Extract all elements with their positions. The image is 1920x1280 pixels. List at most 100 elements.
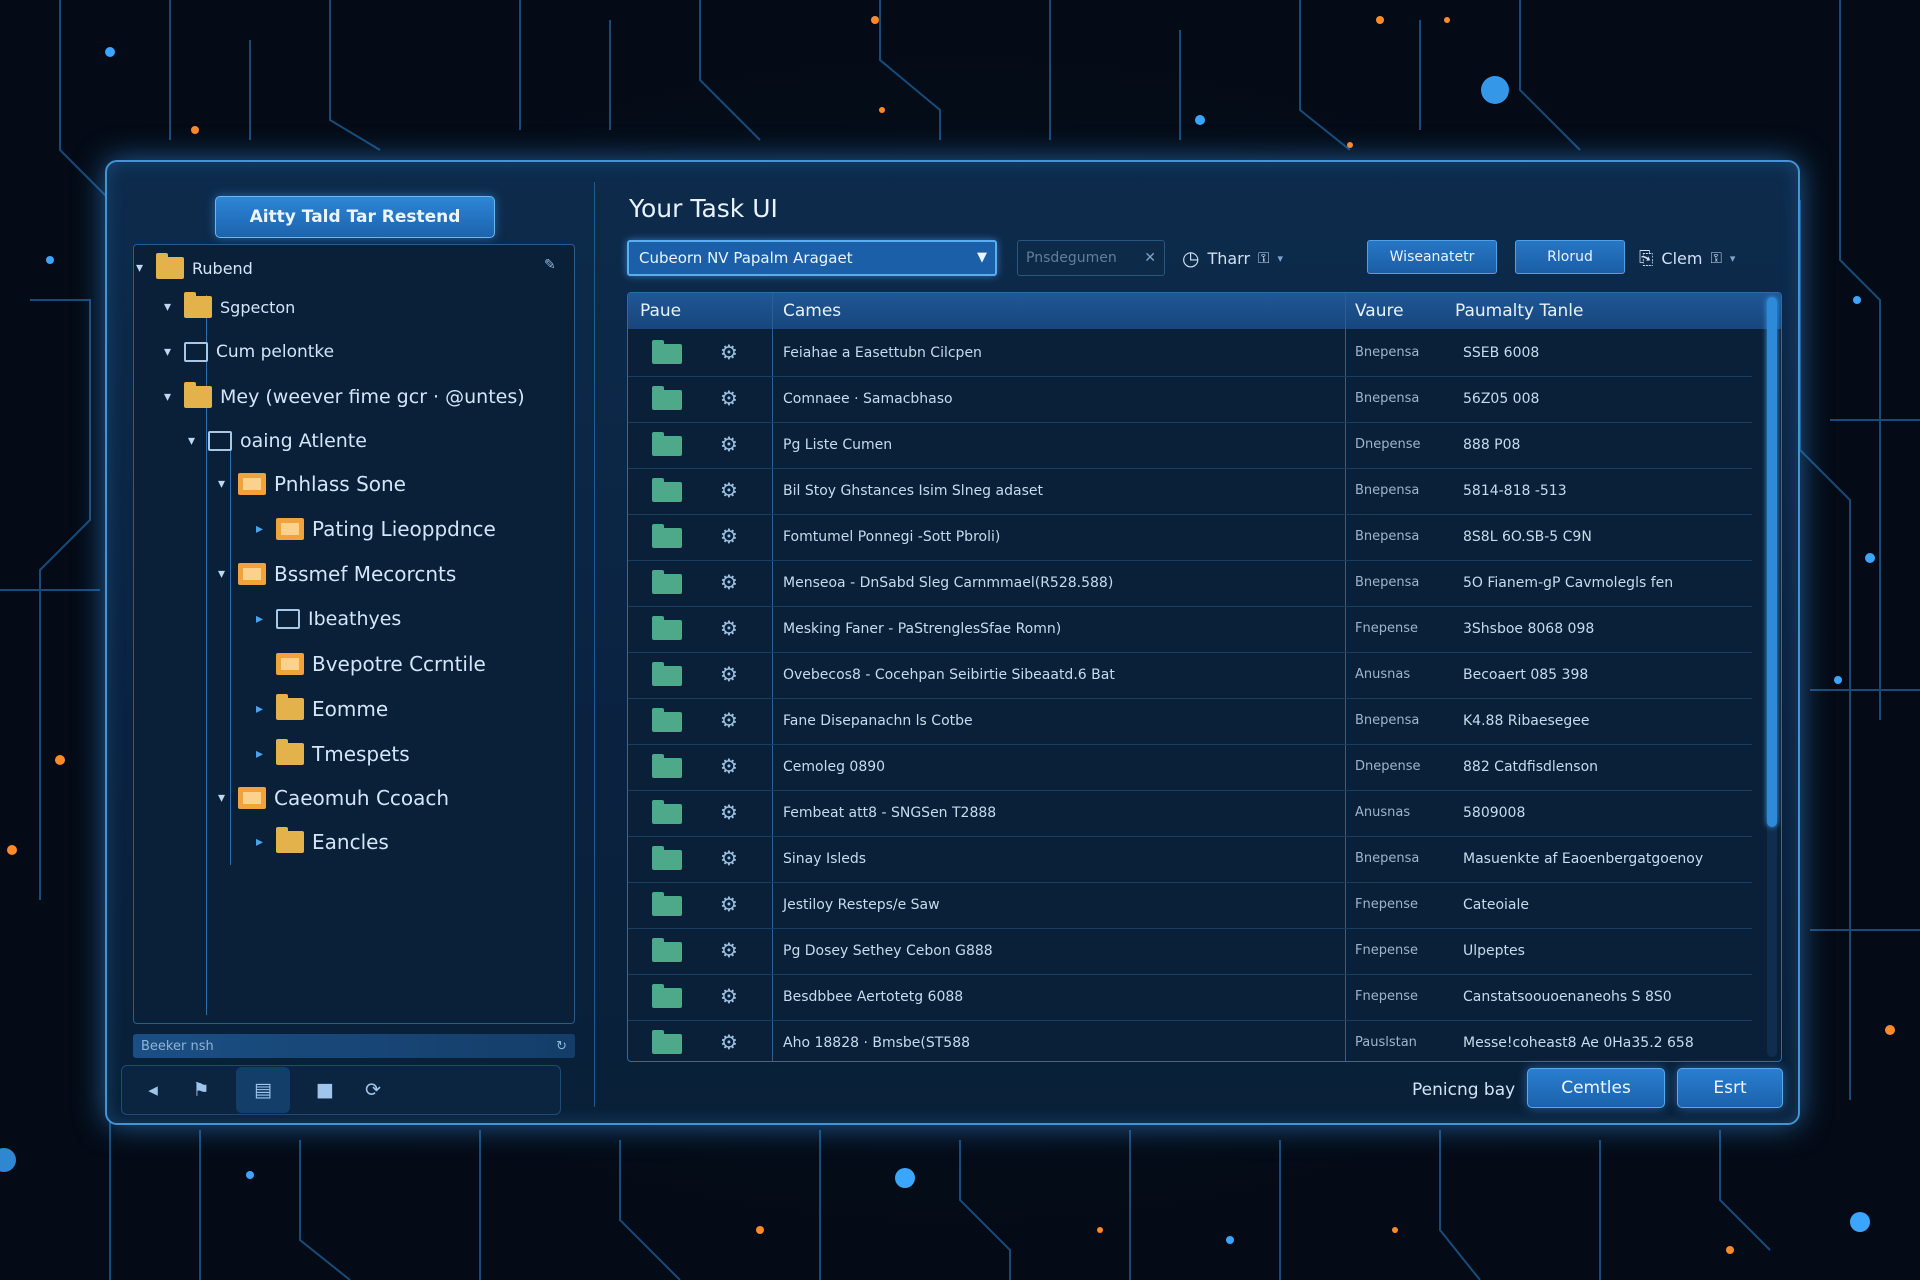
file-icon [652,616,682,640]
chevron-down-icon: ▾ [164,299,172,315]
search-input[interactable]: Pnsdegumen ✕ [1017,240,1165,276]
tree-item-label: Bvepotre Ccrntile [312,652,486,676]
gear-icon: ⚙ [720,386,738,410]
table-row[interactable]: ⚙ Fomtumel Ponnegi -Sott Pbroli) Bnepensa 8… [628,515,1752,561]
file-icon [652,754,682,778]
tree-item-label: Bssmef Mecorcnts [274,562,457,586]
row-type: Anusnas [1355,667,1411,682]
gear-icon: ⚙ [720,478,738,502]
task-window: Aitty Tald Tar Restend ▾ Rubend ✎ ▾ Sgpe… [105,160,1800,1125]
table-row[interactable]: ⚙ Menseoa - DnSabd Sleg Carnmmael(R528.58… [628,561,1752,607]
tree-item-label: Pating Lieoppdnce [312,517,496,541]
toolbar-button-2[interactable]: Rlorud [1515,240,1625,274]
column-header-paue[interactable]: Paue [640,301,681,321]
clear-search-icon[interactable]: ✕ [1144,250,1156,266]
table-row[interactable]: ⚙ Comnaee · Samacbhaso Bnepensa 56Z05 008 [628,377,1752,423]
tree-item-bssmef[interactable]: ▾ Bssmef Mecorcnts [218,554,456,594]
gear-icon: ⚙ [720,754,738,778]
tasks-table: Paue Cames Vaure Paumalty Tanle ⚙ Feiahae… [627,292,1782,1062]
chevron-right-icon: ▸ [256,611,264,627]
chevron-right-icon: ▸ [256,701,264,717]
tree-item-eancles[interactable]: ▸ Eancles [256,822,389,862]
tree-item-bvepotre[interactable]: Bvepotre Ccrntile [256,644,486,684]
tree-item-label: Tmespets [312,742,410,766]
column-header-paumalty-tanle[interactable]: Paumalty Tanle [1455,301,1583,321]
row-name: Aho 18828 · Bmsbe(ST588 [783,1035,971,1051]
gear-icon: ⚙ [720,984,738,1008]
table-row[interactable]: ⚙ Mesking Faner - PaStrenglesSfae Romn) Fn… [628,607,1752,653]
tree-item-cum-pelontke[interactable]: ▾ Cum pelontke [164,332,334,372]
tree-item-pating[interactable]: ▸ Pating Lieoppdnce [256,509,496,549]
source-select[interactable]: Cubeorn NV Papalm Aragaet ▼ [627,240,997,276]
table-row[interactable]: ⚙ Feiahae a Easettubn Cilcpen Bnepensa SSEB… [628,331,1752,377]
row-type: Fnepense [1355,621,1418,636]
file-icon [652,340,682,364]
column-header-cames[interactable]: Cames [783,301,841,321]
row-name: Comnaee · Samacbhaso [783,391,953,407]
table-row[interactable]: ⚙ Bil Stoy Ghstances Isim Slneg adaset Bne… [628,469,1752,515]
drive-icon[interactable]: ▤ [236,1067,290,1113]
row-value: Becoaert 085 398 [1463,667,1589,683]
chevron-down-icon: ▾ [164,344,172,360]
filter-control[interactable]: ◷ Tharr ⚿ ▾ [1182,240,1283,276]
file-icon [652,1030,682,1054]
tree-item-sgpecton[interactable]: ▾ Sgpecton [164,287,295,327]
file-icon [652,708,682,732]
table-scrollbar[interactable] [1767,297,1777,1057]
tree-item-mey[interactable]: ▾ Mey (weever fime gcr · @untes) [164,377,525,417]
row-value: 8S8L 6O.SB-5 C9N [1463,529,1592,545]
table-row[interactable]: ⚙ Ovebecos8 - Cocehpan Seibirtie Sibeaatd… [628,653,1752,699]
row-type: Fnepense [1355,897,1418,912]
panel-divider [594,182,595,1107]
table-row[interactable]: ⚙ Sinay Isleds Bnepensa Masuenkte af Eaoenb… [628,837,1752,883]
row-name: Ovebecos8 - Cocehpan Seibirtie Sibeaatd.… [783,667,1115,683]
tree-item-oaing-atlente[interactable]: ▾ oaing Atlente [188,421,367,461]
gear-icon: ⚙ [720,570,738,594]
second-action-button[interactable]: Esrt [1677,1068,1783,1108]
back-icon[interactable]: ◂ [140,1077,166,1103]
left-panel-title-button[interactable]: Aitty Tald Tar Restend [215,196,495,238]
tree-item-rubend[interactable]: ▾ Rubend [136,248,253,288]
table-row[interactable]: ⚙ Jestiloy Resteps/e Saw Fnepense Cateoiale [628,883,1752,929]
tree-item-eomme[interactable]: ▸ Eomme [256,689,388,729]
tree-item-ibeathyes[interactable]: ▸ Ibeathyes [256,599,401,639]
folder-icon [276,694,304,720]
pin-icon[interactable]: ✎ [544,257,556,273]
table-row[interactable]: ⚙ Aho 18828 · Bmsbe(ST588 Pauslstan Messe!c… [628,1021,1752,1061]
table-row[interactable]: ⚙ Fembeat att8 - SNGSen T2888 Anusnas 58090… [628,791,1752,837]
row-value: SSEB 6008 [1463,345,1540,361]
table-row[interactable]: ⚙ Pg Liste Cumen Dnepense 888 P08 [628,423,1752,469]
file-icon [652,846,682,870]
tree-item-caeomuh[interactable]: ▾ Caeomuh Ccoach [218,778,449,818]
stop-icon[interactable]: ■ [312,1077,338,1103]
column-header-vaure[interactable]: Vaure [1355,301,1404,321]
toolbar-button-1[interactable]: Wiseanatetr [1367,240,1497,274]
confirm-button[interactable]: Cemtles [1527,1068,1665,1108]
gear-icon: ⚙ [720,662,738,686]
folder-icon [184,382,212,408]
row-type: Fnepense [1355,989,1418,1004]
row-name: Mesking Faner - PaStrenglesSfae Romn) [783,621,1062,637]
row-value: K4.88 Ribaesegee [1463,713,1590,729]
row-name: Pg Dosey Sethey Cebon G888 [783,943,993,959]
table-row[interactable]: ⚙ Fane Disepanachn ls Cotbe Bnepensa K4.88 … [628,699,1752,745]
folder-icon [276,739,304,765]
table-row[interactable]: ⚙ Pg Dosey Sethey Cebon G888 Fnepense Ulpep… [628,929,1752,975]
row-value: Ulpeptes [1463,943,1525,959]
clipboard-icon: ⎘ [1639,247,1654,269]
row-type: Bnepensa [1355,851,1420,866]
source-select-value: Cubeorn NV Papalm Aragaet [639,249,853,267]
main-toolbar: Cubeorn NV Papalm Aragaet ▼ Pnsdegumen ✕… [627,240,1787,280]
flag-icon[interactable]: ⚑ [188,1077,214,1103]
tree-item-pnhlass-sone[interactable]: ▾ Pnhlass Sone [218,464,406,504]
tree-item-tmespets[interactable]: ▸ Tmespets [256,734,410,774]
sync-icon[interactable]: ⟳ [360,1077,386,1103]
scrollbar-thumb[interactable] [1767,297,1777,827]
refresh-icon[interactable]: ↻ [556,1039,567,1054]
table-row[interactable]: ⚙ Cemoleg 0890 Dnepense 882 Catdfisdlenson [628,745,1752,791]
clear-control[interactable]: ⎘ Clem ⚿ ▾ [1639,240,1735,276]
chevron-down-icon: ▾ [1729,251,1736,265]
table-row[interactable]: ⚙ Besdbbee Aertotetg 6088 Fnepense Canstats… [628,975,1752,1021]
row-type: Bnepensa [1355,391,1420,406]
folder-tree: ▾ Rubend ✎ ▾ Sgpecton ▾ Cum pelontke ▾ M… [133,244,575,1024]
